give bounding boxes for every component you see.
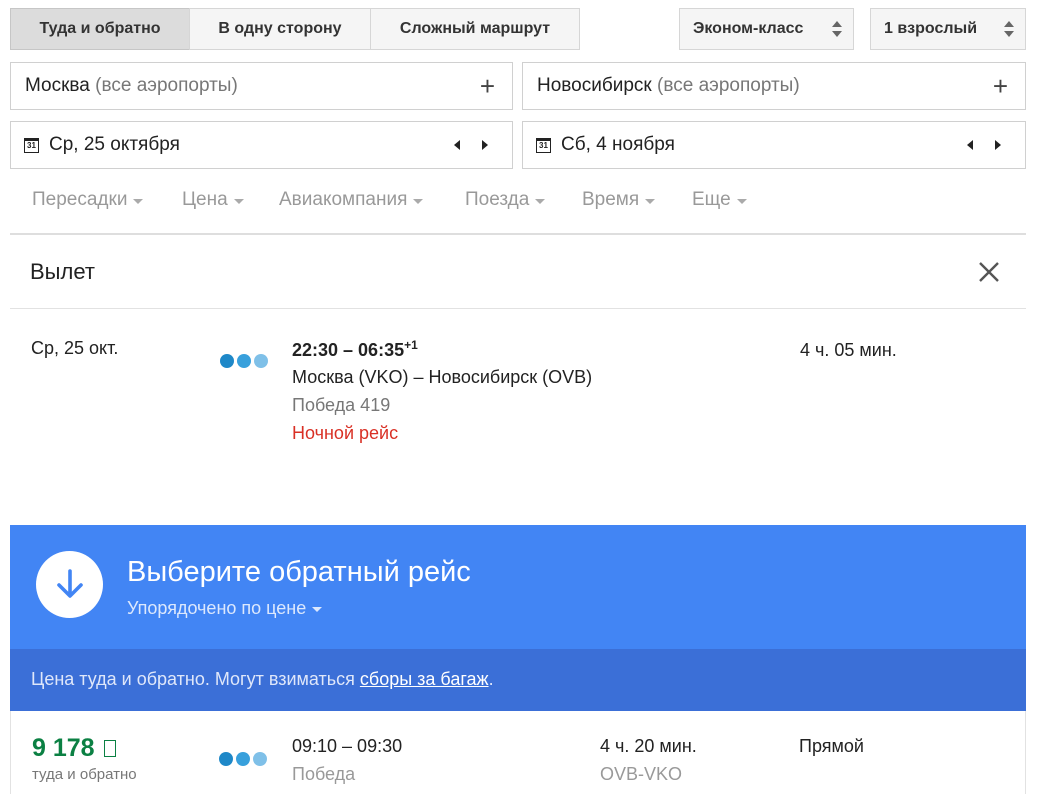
cabin-class-value: Эконом-класс — [693, 20, 804, 37]
prev-day-icon[interactable] — [454, 140, 460, 150]
caret-down-icon — [312, 607, 323, 612]
day-offset: +1 — [404, 338, 418, 352]
depart-date-value: Ср, 25 октября — [49, 134, 180, 155]
updown-icon — [1004, 20, 1014, 38]
add-origin-icon[interactable]: + — [480, 72, 495, 100]
departure-route: Москва (VKO) – Новосибирск (OVB) — [292, 367, 593, 387]
sort-label: Упорядочено по цене — [127, 598, 307, 618]
calendar-icon: 31 — [536, 137, 551, 153]
departure-heading: Вылет — [30, 259, 95, 284]
passengers-value: 1 взрослый — [884, 20, 978, 37]
price-info: Цена туда и обратно. Могут взиматься сбо… — [31, 669, 494, 690]
result-airline: Победа — [292, 764, 356, 784]
result-times: 09:10 – 09:30 — [292, 736, 403, 756]
airline-logo — [219, 752, 267, 766]
departure-duration: 4 ч. 05 мин. — [800, 340, 897, 360]
return-date-field[interactable]: 31 Сб, 4 ноября — [522, 121, 1026, 169]
price-value: 9 178 — [32, 734, 95, 762]
filter-label: Еще — [692, 189, 731, 210]
result-price: 9 178 — [32, 734, 116, 763]
filter-more[interactable]: Еще — [692, 189, 747, 211]
destination-field[interactable]: Новосибирск (все аэропорты) + — [522, 62, 1026, 110]
departure-times: 22:30 – 06:35+1 — [292, 338, 418, 361]
departure-times-value: 22:30 – 06:35 — [292, 340, 405, 360]
baggage-fees-link[interactable]: сборы за багаж — [360, 669, 489, 689]
close-icon[interactable] — [978, 261, 1000, 283]
destination-city: Новосибирск — [537, 75, 652, 96]
night-flight-note: Ночной рейс — [292, 423, 399, 443]
tab-multi-city[interactable]: Сложный маршрут — [370, 8, 580, 50]
filter-label: Пересадки — [32, 189, 128, 210]
filter-label: Цена — [182, 189, 228, 210]
airline-logo — [220, 354, 268, 368]
next-day-icon[interactable] — [482, 140, 488, 150]
departure-date: Ср, 25 окт. — [31, 338, 119, 358]
cabin-class-select[interactable]: Эконом-класс — [679, 8, 854, 50]
depart-date-field[interactable]: 31 Ср, 25 октября — [10, 121, 513, 169]
price-note: туда и обратно — [32, 766, 137, 783]
origin-suffix: (все аэропорты) — [95, 75, 238, 96]
price-info-text: Цена туда и обратно. Могут взиматься — [31, 669, 360, 689]
result-duration: 4 ч. 20 мин. — [600, 736, 697, 756]
tab-one-way[interactable]: В одну сторону — [189, 8, 371, 50]
caret-down-icon — [413, 198, 424, 204]
filter-price[interactable]: Цена — [182, 189, 244, 211]
filter-label: Авиакомпания — [279, 189, 408, 210]
filter-time[interactable]: Время — [582, 189, 656, 211]
tab-one-way-label: В одну сторону — [218, 20, 342, 37]
filter-label: Время — [582, 189, 640, 210]
next-day-icon[interactable] — [995, 140, 1001, 150]
tab-round-trip[interactable]: Туда и обратно — [10, 8, 190, 50]
panel-top-border — [10, 233, 1026, 235]
filter-trains[interactable]: Поезда — [465, 189, 546, 211]
divider — [10, 308, 1026, 309]
return-date-value: Сб, 4 ноября — [561, 134, 675, 155]
departure-airline: Победа 419 — [292, 395, 391, 415]
prev-day-icon[interactable] — [967, 140, 973, 150]
filter-label: Поезда — [465, 189, 530, 210]
destination-suffix: (все аэропорты) — [657, 75, 800, 96]
return-banner-title: Выберите обратный рейс — [127, 556, 471, 588]
price-info-end: . — [488, 669, 494, 689]
tab-multi-city-label: Сложный маршрут — [399, 20, 551, 37]
updown-icon — [832, 20, 842, 38]
filter-stops[interactable]: Пересадки — [32, 189, 144, 211]
result-route: OVB-VKO — [600, 764, 683, 784]
currency-icon — [103, 740, 116, 757]
origin-city: Москва — [25, 75, 90, 96]
passengers-select[interactable]: 1 взрослый — [870, 8, 1026, 50]
result-row[interactable] — [10, 711, 1026, 794]
caret-down-icon — [535, 198, 546, 204]
caret-down-icon — [233, 198, 244, 204]
result-stops: Прямой — [799, 736, 864, 756]
add-destination-icon[interactable]: + — [993, 72, 1008, 100]
caret-down-icon — [133, 198, 144, 204]
caret-down-icon — [645, 198, 656, 204]
origin-field[interactable]: Москва (все аэропорты) + — [10, 62, 513, 110]
calendar-icon: 31 — [24, 137, 39, 153]
tab-round-trip-label: Туда и обратно — [39, 20, 161, 37]
sort-dropdown[interactable]: Упорядочено по цене — [127, 598, 323, 619]
caret-down-icon — [736, 198, 747, 204]
filter-airline[interactable]: Авиакомпания — [279, 189, 424, 211]
arrow-down-icon — [57, 569, 83, 598]
